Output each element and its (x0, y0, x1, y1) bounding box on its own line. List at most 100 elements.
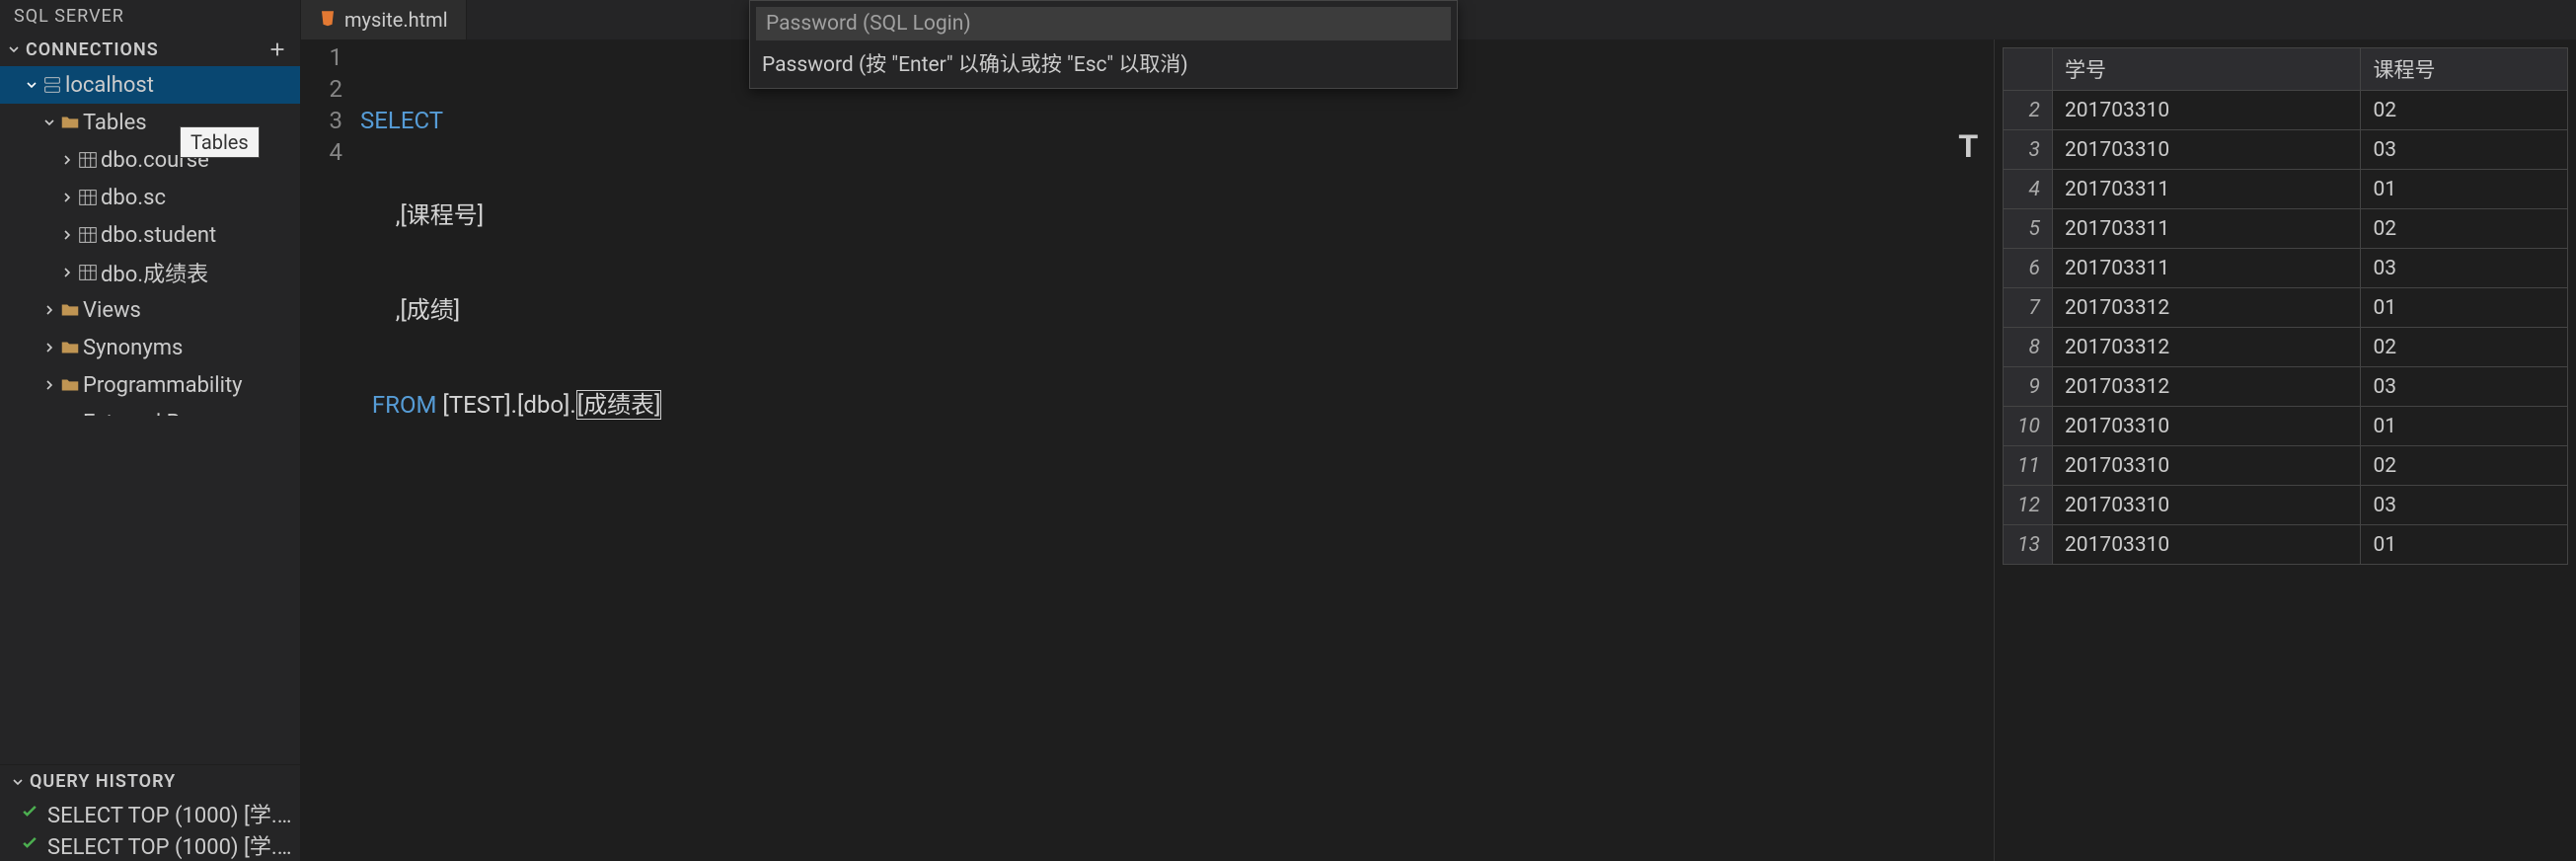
results-pane: 学号 课程号 220170331002320170331003420170331… (1994, 39, 2576, 861)
add-connection-button[interactable] (265, 37, 290, 62)
cell[interactable]: 01 (2361, 525, 2568, 565)
check-icon (20, 801, 39, 826)
tree-folder-item[interactable]: Synonyms (0, 329, 300, 366)
line-gutter: 1 2 3 4 (301, 39, 360, 861)
table-row[interactable]: 920170331203 (2004, 367, 2568, 407)
table-row[interactable]: 320170331003 (2004, 130, 2568, 170)
folder-icon (57, 299, 83, 321)
table-row[interactable]: 1020170331001 (2004, 407, 2568, 446)
cell[interactable]: 03 (2361, 486, 2568, 525)
table-icon (75, 149, 101, 171)
cell[interactable]: 201703312 (2053, 367, 2361, 407)
history-label: SELECT TOP (1000) [学...M [TEST].[... (47, 829, 292, 861)
editor[interactable]: 1 2 3 4 SELECT ,[课程号] ,[成绩] FROM [TEST].… (301, 39, 1994, 861)
folder-label: Programmability (83, 373, 243, 398)
cell[interactable]: 03 (2361, 130, 2568, 170)
code-area[interactable]: SELECT ,[课程号] ,[成绩] FROM [TEST].[dbo].[成… (360, 39, 661, 861)
folder-label: Synonyms (83, 336, 183, 360)
table-row[interactable]: 720170331201 (2004, 288, 2568, 328)
row-num: 9 (2004, 367, 2053, 407)
cell[interactable]: 201703310 (2053, 407, 2361, 446)
row-num: 11 (2004, 446, 2053, 486)
folder-icon (57, 112, 83, 133)
table-row[interactable]: 820170331202 (2004, 328, 2568, 367)
cell[interactable]: 201703311 (2053, 170, 2361, 209)
connections-tree: localhost Tables dbo.coursedbo.scdbo.stu… (0, 66, 300, 416)
cell[interactable]: 201703310 (2053, 525, 2361, 565)
query-history-header[interactable]: QUERY HISTORY (0, 764, 300, 798)
cell[interactable]: 01 (2361, 170, 2568, 209)
row-num: 2 (2004, 91, 2053, 130)
cell[interactable]: 01 (2361, 288, 2568, 328)
cell[interactable]: 03 (2361, 367, 2568, 407)
table-row[interactable]: 220170331002 (2004, 91, 2568, 130)
main: mysite.html Password (SQL Login) Passwor… (301, 0, 2576, 861)
tooltip: Tables (180, 126, 260, 158)
table-label: dbo.student (101, 223, 216, 248)
password-prompt: Password (SQL Login) Password (按 "Enter"… (749, 0, 1458, 89)
table-icon (75, 262, 101, 283)
table-row[interactable]: 520170331102 (2004, 209, 2568, 249)
password-hint: Password (按 "Enter" 以确认或按 "Esc" 以取消) (750, 40, 1457, 88)
row-num: 8 (2004, 328, 2053, 367)
history-item[interactable]: SELECT TOP (1000) [学...M [TEST].[... (0, 829, 300, 861)
tab-mysite[interactable]: mysite.html (301, 0, 467, 39)
tree-table-item[interactable]: dbo.sc (0, 179, 300, 216)
history-item[interactable]: SELECT TOP (1000) [学...M [TEST].[... (0, 798, 300, 829)
row-num: 5 (2004, 209, 2053, 249)
col-header-1[interactable]: 课程号 (2361, 48, 2568, 91)
cell[interactable]: 201703310 (2053, 91, 2361, 130)
row-num: 12 (2004, 486, 2053, 525)
table-label: dbo.成绩表 (101, 257, 208, 288)
col-header-0[interactable]: 学号 (2053, 48, 2361, 91)
tables-label: Tables (83, 111, 147, 135)
folder-label: Views (83, 298, 141, 323)
table-row[interactable]: 1320170331001 (2004, 525, 2568, 565)
table-icon (75, 187, 101, 208)
row-num: 6 (2004, 249, 2053, 288)
connections-label: CONNECTIONS (26, 39, 159, 60)
row-num: 3 (2004, 130, 2053, 170)
tree-folder-item[interactable]: Views (0, 291, 300, 329)
query-history-label: QUERY HISTORY (30, 771, 176, 792)
tree-server-localhost[interactable]: localhost (0, 66, 300, 104)
tree-folder-item[interactable]: External Resources (0, 404, 300, 416)
tab-label: mysite.html (344, 8, 448, 32)
cell[interactable]: 02 (2361, 446, 2568, 486)
table-row[interactable]: 1220170331003 (2004, 486, 2568, 525)
cell[interactable]: 201703312 (2053, 328, 2361, 367)
cell[interactable]: 201703312 (2053, 288, 2361, 328)
section-title: SQL SERVER (0, 0, 300, 33)
row-num: 10 (2004, 407, 2053, 446)
tree-table-item[interactable]: dbo.成绩表 (0, 254, 300, 291)
table-label: dbo.sc (101, 186, 166, 210)
cell[interactable]: 201703311 (2053, 249, 2361, 288)
table-row[interactable]: 1120170331002 (2004, 446, 2568, 486)
history-label: SELECT TOP (1000) [学...M [TEST].[... (47, 798, 292, 829)
row-num: 7 (2004, 288, 2053, 328)
table-row[interactable]: 620170331103 (2004, 249, 2568, 288)
cell[interactable]: 201703310 (2053, 446, 2361, 486)
password-input[interactable]: Password (SQL Login) (756, 7, 1451, 40)
tree-folder-item[interactable]: Programmability (0, 366, 300, 404)
cell[interactable]: 03 (2361, 249, 2568, 288)
cell[interactable]: 02 (2361, 328, 2568, 367)
cell[interactable]: 201703310 (2053, 486, 2361, 525)
cell[interactable]: 201703310 (2053, 130, 2361, 170)
server-icon (39, 74, 65, 96)
cell[interactable]: 201703311 (2053, 209, 2361, 249)
cell[interactable]: 02 (2361, 91, 2568, 130)
tree-table-item[interactable]: dbo.student (0, 216, 300, 254)
text-indicator-icon: T (1958, 130, 1978, 162)
chevron-down-icon[interactable] (6, 41, 22, 57)
folder-icon (57, 337, 83, 358)
html-file-icon (319, 8, 337, 32)
row-num-header (2004, 48, 2053, 91)
folder-icon (57, 374, 83, 396)
cell[interactable]: 02 (2361, 209, 2568, 249)
table-icon (75, 224, 101, 246)
results-grid[interactable]: 学号 课程号 220170331002320170331003420170331… (2003, 47, 2568, 565)
table-row[interactable]: 420170331101 (2004, 170, 2568, 209)
cell[interactable]: 01 (2361, 407, 2568, 446)
sidebar: SQL SERVER CONNECTIONS localhost Tables (0, 0, 301, 861)
